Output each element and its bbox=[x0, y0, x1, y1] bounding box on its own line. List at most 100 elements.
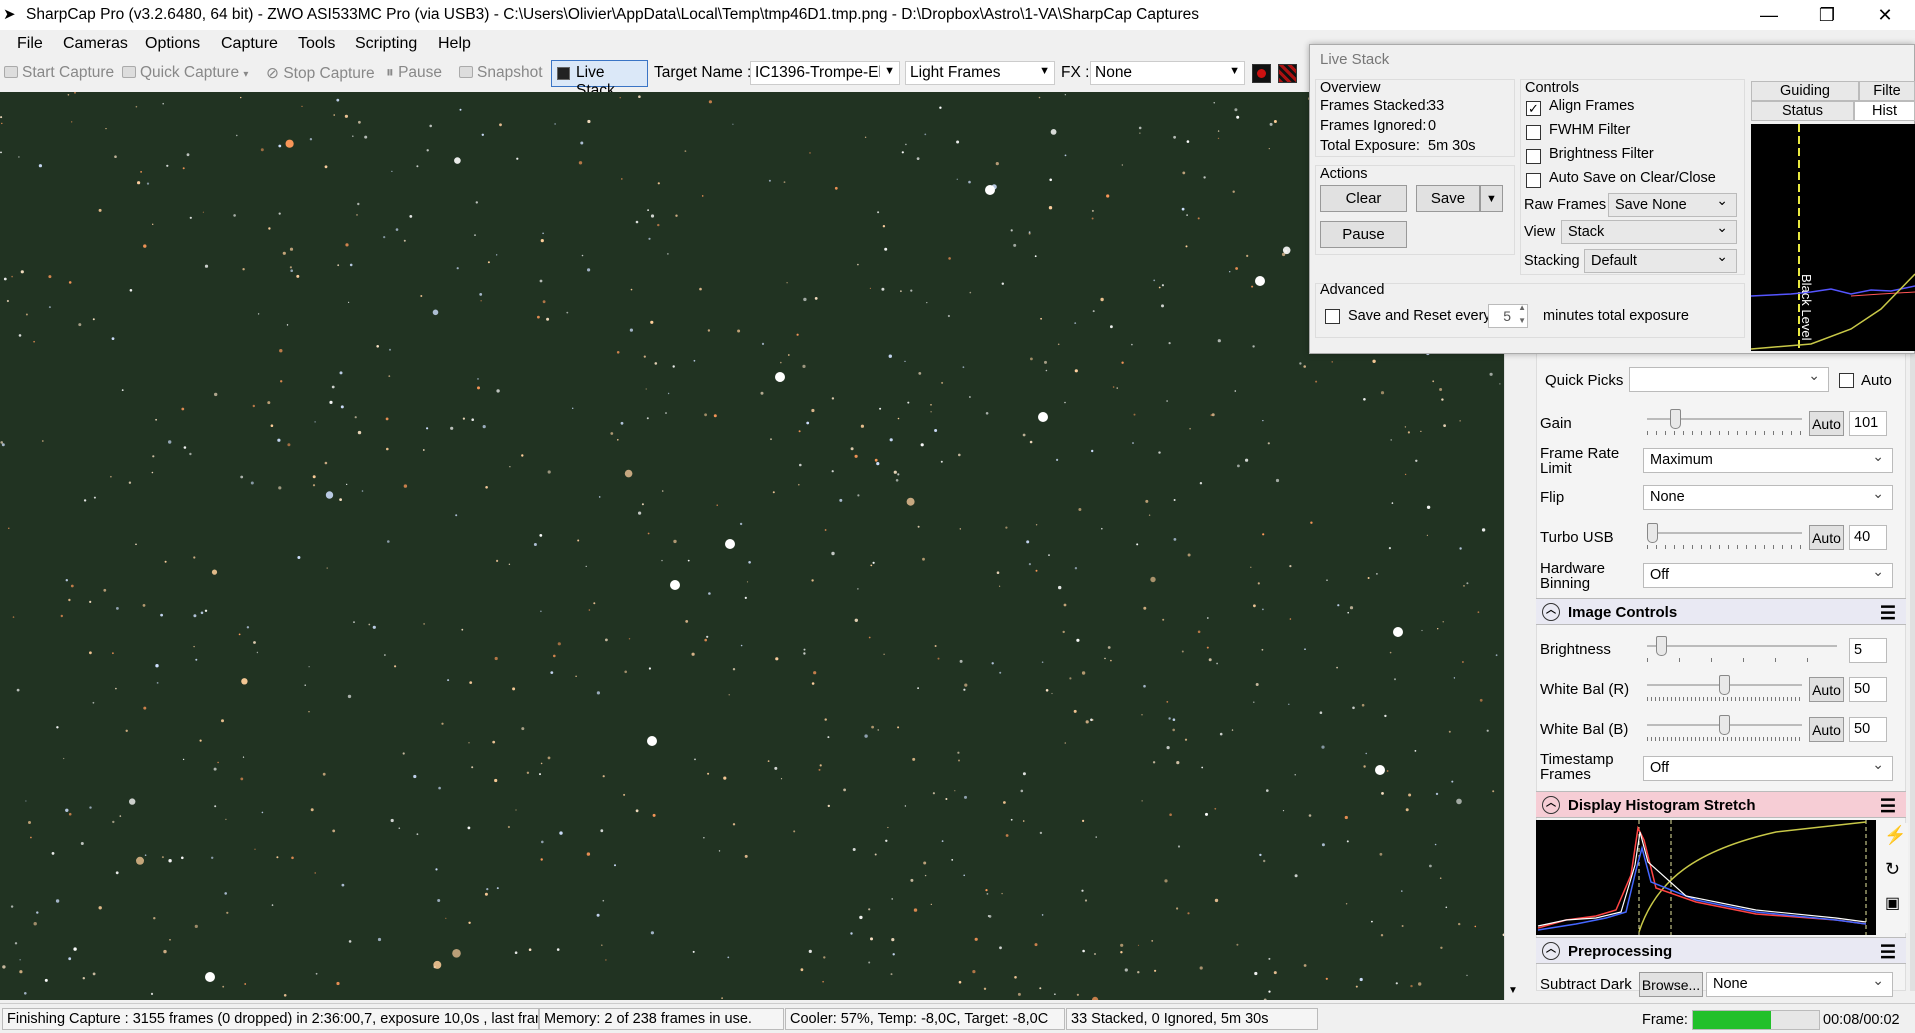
tab-status[interactable]: Status bbox=[1751, 101, 1854, 121]
histogram-stretch-header[interactable]: ︿ Display Histogram Stretch ☰ bbox=[1536, 791, 1906, 818]
quick-capture-button[interactable]: Quick Capture ▾ bbox=[122, 64, 248, 82]
record-icon[interactable] bbox=[1252, 64, 1271, 83]
live-stack-pause-button[interactable]: Pause bbox=[1320, 221, 1407, 248]
menu-scripting[interactable]: Scripting bbox=[355, 35, 417, 53]
brightness-slider-thumb[interactable] bbox=[1656, 636, 1667, 656]
spin-down-icon[interactable]: ▼ bbox=[1518, 316, 1526, 325]
menu-options[interactable]: Options bbox=[145, 35, 200, 53]
fx-combo[interactable]: None ▼ bbox=[1090, 61, 1245, 85]
menu-cameras[interactable]: Cameras bbox=[63, 35, 128, 53]
white-bal-r-auto-button[interactable]: Auto bbox=[1809, 677, 1844, 702]
panel-scrollbar[interactable] bbox=[1910, 345, 1915, 991]
star bbox=[547, 756, 551, 760]
save-reset-minutes-spinner[interactable]: 5 ▲ ▼ bbox=[1488, 303, 1528, 328]
star bbox=[780, 361, 782, 364]
browse-button[interactable]: Browse... bbox=[1639, 972, 1703, 997]
tab-guiding[interactable]: Guiding bbox=[1751, 81, 1859, 101]
white-bal-r-value-field[interactable]: 50 bbox=[1849, 677, 1887, 702]
menu-help[interactable]: Help bbox=[438, 35, 471, 53]
live-stack-histogram[interactable]: Black Level bbox=[1751, 124, 1915, 351]
star bbox=[1231, 729, 1234, 731]
reset-icon[interactable]: ↻ bbox=[1885, 859, 1900, 880]
fwhm-filter-label: FWHM Filter bbox=[1549, 122, 1631, 138]
bright-star bbox=[985, 185, 995, 195]
tab-histogram[interactable]: Hist bbox=[1854, 101, 1915, 121]
snapshot-button[interactable]: Snapshot bbox=[459, 64, 543, 82]
menu-capture[interactable]: Capture bbox=[221, 35, 278, 53]
gain-value-field[interactable]: 101 bbox=[1849, 411, 1887, 436]
star bbox=[416, 833, 419, 836]
gain-auto-button[interactable]: Auto bbox=[1809, 411, 1844, 436]
start-capture-button[interactable]: Start Capture bbox=[4, 64, 114, 82]
white-bal-b-slider[interactable] bbox=[1647, 715, 1802, 745]
star bbox=[708, 592, 711, 595]
menu-icon[interactable]: ☰ bbox=[1880, 942, 1896, 963]
spin-up-icon[interactable]: ▲ bbox=[1518, 303, 1526, 312]
white-bal-b-value-field[interactable]: 50 bbox=[1849, 717, 1887, 742]
save-dropdown-icon[interactable]: ▼ bbox=[1480, 185, 1503, 212]
flip-combo[interactable]: None bbox=[1643, 485, 1893, 510]
view-combo[interactable]: Stack bbox=[1561, 219, 1737, 244]
menu-file[interactable]: File bbox=[17, 35, 43, 53]
turbo-usb-auto-button[interactable]: Auto bbox=[1809, 525, 1844, 550]
star bbox=[1038, 96, 1041, 99]
quick-picks-combo[interactable] bbox=[1629, 367, 1829, 392]
brightness-slider[interactable] bbox=[1647, 636, 1837, 666]
timestamp-frames-combo[interactable]: Off bbox=[1643, 756, 1893, 781]
star bbox=[514, 951, 518, 954]
stop-capture-button[interactable]: ⊘ Stop Capture bbox=[266, 64, 375, 83]
preprocessing-header[interactable]: ︿ Preprocessing ☰ bbox=[1536, 937, 1906, 964]
pause-icon: ⏸ bbox=[386, 64, 394, 81]
bright-star bbox=[775, 372, 785, 382]
clear-button[interactable]: Clear bbox=[1320, 185, 1407, 212]
minimize-button[interactable]: — bbox=[1740, 0, 1798, 30]
white-bal-r-slider[interactable] bbox=[1647, 675, 1802, 705]
white-bal-r-slider-thumb[interactable] bbox=[1719, 675, 1730, 695]
star bbox=[1110, 659, 1112, 662]
collapse-icon[interactable]: ︿ bbox=[1542, 796, 1560, 814]
pause-button[interactable]: ⏸ Pause bbox=[386, 64, 442, 82]
frame-type-combo[interactable]: Light Frames ▼ bbox=[905, 61, 1055, 85]
turbo-usb-slider-thumb[interactable] bbox=[1647, 523, 1658, 543]
menu-tools[interactable]: Tools bbox=[298, 35, 335, 53]
histogram-stretch-chart[interactable] bbox=[1536, 820, 1876, 935]
scroll-down-icon[interactable]: ▼ bbox=[1508, 985, 1518, 996]
image-controls-header[interactable]: ︿ Image Controls ☰ bbox=[1536, 598, 1906, 625]
collapse-icon[interactable]: ︿ bbox=[1542, 603, 1560, 621]
grid-overlay-icon[interactable] bbox=[1278, 64, 1297, 83]
raw-frames-combo[interactable]: Save None bbox=[1608, 192, 1737, 217]
brightness-value-field[interactable]: 5 bbox=[1849, 638, 1887, 663]
star bbox=[304, 684, 306, 686]
white-bal-b-auto-button[interactable]: Auto bbox=[1809, 717, 1844, 742]
align-frames-checkbox[interactable]: ✓ bbox=[1526, 101, 1541, 116]
restore-button[interactable]: ❐ bbox=[1798, 0, 1856, 30]
brightness-filter-checkbox[interactable] bbox=[1526, 149, 1541, 164]
white-bal-b-slider-thumb[interactable] bbox=[1719, 715, 1730, 735]
gain-slider[interactable] bbox=[1647, 409, 1802, 439]
auto-stretch-icon[interactable]: ⚡ bbox=[1884, 825, 1906, 846]
quick-picks-auto-checkbox[interactable] bbox=[1839, 373, 1854, 388]
close-button[interactable]: ✕ bbox=[1856, 0, 1914, 30]
save-icon[interactable]: ▣ bbox=[1885, 893, 1900, 913]
save-reset-checkbox[interactable] bbox=[1325, 309, 1340, 324]
auto-save-checkbox[interactable] bbox=[1526, 173, 1541, 188]
turbo-usb-value-field[interactable]: 40 bbox=[1849, 525, 1887, 550]
gain-slider-thumb[interactable] bbox=[1670, 409, 1681, 429]
star bbox=[924, 874, 927, 877]
star bbox=[507, 825, 510, 829]
menu-icon[interactable]: ☰ bbox=[1880, 796, 1896, 817]
tab-filter[interactable]: Filte bbox=[1859, 81, 1915, 101]
image-viewport[interactable] bbox=[0, 92, 1504, 1000]
target-name-combo[interactable]: IC1396-Trompe-Ele ▼ bbox=[750, 61, 900, 85]
menu-icon[interactable]: ☰ bbox=[1880, 603, 1896, 624]
live-stack-button[interactable]: Live Stack bbox=[551, 60, 648, 99]
star bbox=[267, 401, 271, 405]
turbo-usb-slider[interactable] bbox=[1647, 523, 1802, 553]
subtract-dark-combo[interactable]: None bbox=[1706, 972, 1893, 997]
fwhm-filter-checkbox[interactable] bbox=[1526, 125, 1541, 140]
hardware-binning-combo[interactable]: Off bbox=[1643, 563, 1893, 588]
stacking-combo[interactable]: Default bbox=[1584, 248, 1737, 273]
frame-rate-combo[interactable]: Maximum bbox=[1643, 448, 1893, 473]
save-button[interactable]: Save bbox=[1416, 185, 1480, 212]
collapse-icon[interactable]: ︿ bbox=[1542, 942, 1560, 960]
